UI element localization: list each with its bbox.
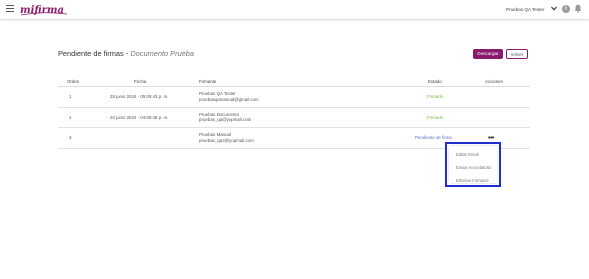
header-acciones: Acciones <box>485 79 503 84</box>
status-badge: Pendiente de firma <box>415 135 452 140</box>
download-button[interactable]: Descargar <box>473 49 503 59</box>
back-button[interactable]: Volver <box>506 49 528 59</box>
header-orden: Orden <box>67 79 80 84</box>
page-title-status: Pendiente de firmas <box>58 49 124 58</box>
row-orden: 3 <box>69 135 72 140</box>
signers-table: Orden Fecha Firmante Estado Acciones 1 2… <box>58 76 530 149</box>
page-title: Pendiente de firmas - Documento Prueba <box>58 49 194 58</box>
row-fecha: 20 junio 2024 - 04:06:48 p. m. <box>110 114 169 120</box>
header-estado: Estado <box>428 79 442 84</box>
row-fecha: 28 junio 2024 - 05:09:43 p. m. <box>110 94 169 99</box>
table-row: 1 28 junio 2024 - 05:09:43 p. m. Pruebas… <box>58 87 530 108</box>
row-signer-email: pruebas_qa@yopmail.com <box>199 117 252 122</box>
row-orden: 1 <box>69 94 72 99</box>
top-bar: mifirma Pruebas QA Tester i <box>0 0 589 19</box>
title-separator: - <box>125 49 129 58</box>
user-name[interactable]: Pruebas QA Tester <box>506 7 544 12</box>
status-badge: Firmado <box>427 114 444 120</box>
row-signer-email: pruebasqamanual@gmail.com <box>199 96 259 102</box>
dropdown-panel: Editar Email Enviar recordatorio Elimina… <box>449 146 497 183</box>
hamburger-menu-icon[interactable] <box>6 5 14 13</box>
header-firmante: Firmante <box>199 79 217 84</box>
row-signer-name: Pruebas Manual <box>199 132 231 137</box>
header-fecha: Fecha <box>134 79 147 84</box>
bell-icon[interactable] <box>574 4 582 13</box>
info-icon[interactable]: i <box>562 5 570 13</box>
menu-item-editar-email[interactable]: Editar Email <box>456 152 479 157</box>
more-actions-icon[interactable]: ••• <box>488 135 494 142</box>
chevron-down-icon[interactable] <box>551 6 557 11</box>
table-header: Orden Fecha Firmante Estado Acciones <box>58 76 530 87</box>
row-signer-name: Pruebas QA Tester <box>199 91 236 96</box>
table-row: 2 20 junio 2024 - 04:06:48 p. m. Pruebas… <box>58 108 530 128</box>
actions-dropdown-menu: Editar Email Enviar recordatorio Elimina… <box>445 142 501 187</box>
status-badge: Firmado <box>427 94 444 99</box>
menu-item-enviar-recordatorio[interactable]: Enviar recordatorio <box>456 165 491 170</box>
row-orden: 2 <box>69 114 72 120</box>
menu-item-eliminar-firmante[interactable]: Eliminar Firmante <box>456 178 489 183</box>
row-signer-email: pruebas_qa3@yopmail.com <box>199 137 254 143</box>
document-name: Documento Prueba <box>130 49 195 58</box>
mifirma-logo[interactable]: mifirma <box>19 2 69 17</box>
row-signer-name: Pruebas Documento <box>199 111 240 117</box>
